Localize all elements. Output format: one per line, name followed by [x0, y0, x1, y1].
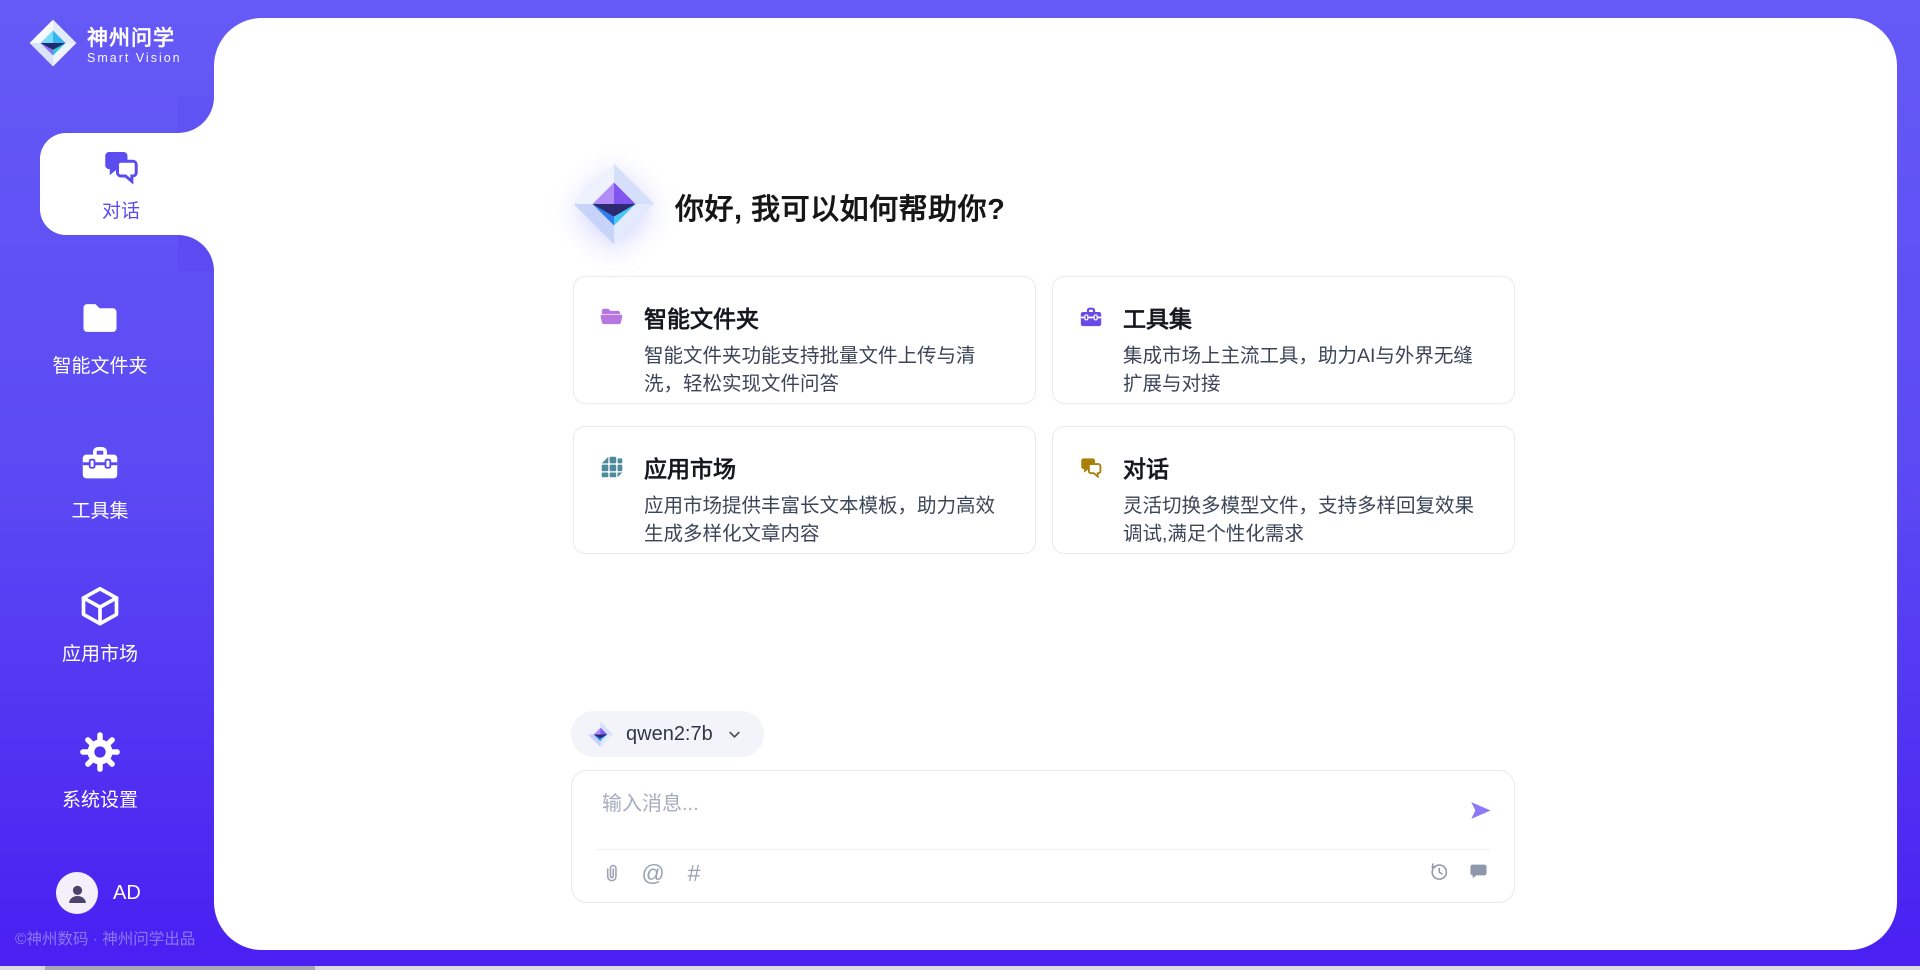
main-panel: 你好, 我可以如何帮助你? 智能文件夹 智能文件夹功能支持批量文件上传与清洗，轻… — [214, 18, 1897, 950]
message-composer: @ # — [571, 770, 1515, 903]
card-title: 应用市场 — [644, 450, 736, 484]
sidebar-item-label: 智能文件夹 — [52, 351, 147, 378]
folder-icon — [78, 296, 122, 340]
card-toolset[interactable]: 工具集 集成市场上主流工具，助力AI与外界无缝扩展与对接 — [1052, 276, 1515, 404]
card-title: 对话 — [1123, 450, 1169, 484]
chat-bubble-icon[interactable] — [1466, 859, 1490, 883]
model-selector[interactable]: qwen2:7b — [571, 711, 764, 757]
app-window: 神州问学 Smart Vision 对话 智能文件夹 — [0, 0, 1920, 970]
card-smart-folder[interactable]: 智能文件夹 智能文件夹功能支持批量文件上传与清洗，轻松实现文件问答 — [573, 276, 1036, 404]
gear-icon — [78, 730, 122, 774]
sidebar-item-app-market[interactable]: 应用市场 — [0, 584, 200, 666]
model-name: qwen2:7b — [626, 723, 713, 746]
chat-icon — [1078, 454, 1104, 480]
toolbox-icon — [1078, 304, 1104, 330]
toolbox-icon — [78, 441, 122, 485]
chat-icon — [100, 145, 142, 187]
feature-cards: 智能文件夹 智能文件夹功能支持批量文件上传与清洗，轻松实现文件问答 — [573, 276, 1533, 554]
sidebar-item-label: 工具集 — [71, 496, 128, 523]
card-app-market[interactable]: 应用市场 应用市场提供丰富长文本模板，助力高效生成多样化文章内容 — [573, 426, 1036, 554]
copyright-text: ©神州数码 · 神州问学出品 — [15, 927, 195, 949]
card-description: 智能文件夹功能支持批量文件上传与清洗，轻松实现文件问答 — [644, 343, 1009, 398]
composer-toolbar: @ # — [600, 861, 706, 885]
sidebar: 神州问学 Smart Vision 对话 智能文件夹 — [0, 0, 214, 966]
history-icon[interactable] — [1426, 859, 1450, 883]
sidebar-item-label: 应用市场 — [62, 639, 138, 666]
logo-diamond-icon — [571, 161, 657, 252]
user-profile[interactable]: AD — [56, 872, 141, 914]
sidebar-item-toolset[interactable]: 工具集 — [0, 441, 200, 523]
user-name: AD — [113, 882, 141, 905]
chevron-down-icon — [725, 725, 744, 744]
horizontal-scrollbar[interactable] — [0, 966, 1920, 970]
paperclip-icon[interactable] — [600, 861, 624, 885]
greeting-text: 你好, 我可以如何帮助你? — [675, 186, 1005, 228]
card-title: 工具集 — [1123, 300, 1192, 334]
card-description: 集成市场上主流工具，助力AI与外界无缝扩展与对接 — [1123, 343, 1488, 398]
composer-right-tools — [1426, 859, 1490, 883]
card-chat[interactable]: 对话 灵活切换多模型文件，支持多样回复效果调试,满足个性化需求 — [1052, 426, 1515, 554]
sidebar-item-chat[interactable]: 对话 — [40, 133, 214, 235]
avatar — [56, 872, 98, 914]
sidebar-item-smart-folder[interactable]: 智能文件夹 — [0, 296, 200, 378]
sidebar-item-label: 系统设置 — [62, 785, 138, 812]
brand-logo: 神州问学 Smart Vision — [28, 18, 182, 73]
tab-fillet-bottom — [178, 235, 214, 271]
logo-diamond-icon — [587, 721, 614, 748]
cube-icon — [78, 584, 122, 628]
at-icon[interactable]: @ — [641, 861, 665, 885]
grid-icon — [599, 454, 625, 480]
hash-icon[interactable]: # — [682, 861, 706, 885]
brand-subtitle: Smart Vision — [87, 51, 182, 65]
scrollbar-thumb[interactable] — [45, 966, 315, 970]
sidebar-item-settings[interactable]: 系统设置 — [0, 730, 200, 812]
sidebar-item-label: 对话 — [102, 196, 140, 223]
card-description: 灵活切换多模型文件，支持多样回复效果调试,满足个性化需求 — [1123, 493, 1488, 548]
send-icon[interactable] — [1467, 797, 1494, 824]
composer-divider — [596, 849, 1490, 850]
greeting: 你好, 我可以如何帮助你? — [571, 161, 1005, 252]
message-input[interactable] — [602, 787, 1362, 843]
tab-fillet-top — [178, 97, 214, 133]
card-description: 应用市场提供丰富长文本模板，助力高效生成多样化文章内容 — [644, 493, 1009, 548]
brand-diamond-icon — [28, 18, 78, 73]
brand-name: 神州问学 — [87, 27, 182, 51]
card-title: 智能文件夹 — [644, 300, 759, 334]
folder-open-icon — [599, 304, 625, 330]
